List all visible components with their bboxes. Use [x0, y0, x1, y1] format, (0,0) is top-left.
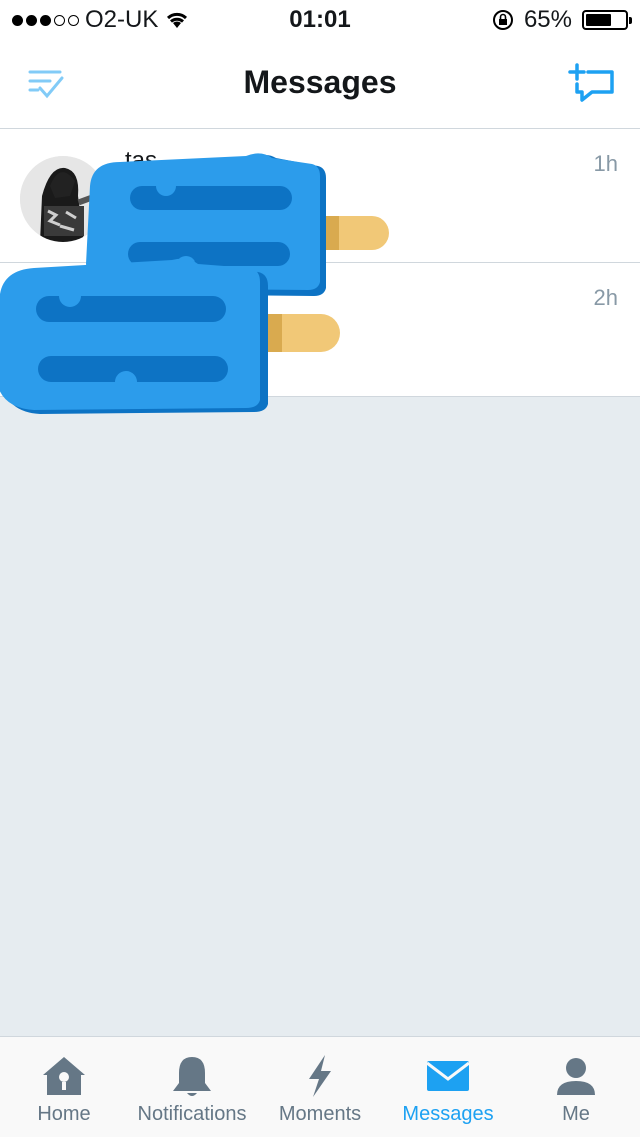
nav-bar: Messages — [0, 40, 640, 129]
tab-label: Moments — [278, 1103, 362, 1125]
tab-label: Home — [37, 1103, 91, 1125]
tab-label: Notifications — [137, 1103, 247, 1125]
new-message-icon — [568, 63, 614, 102]
tab-bar: Home Notifications Moments Messages Me — [0, 1036, 640, 1137]
lightning-icon — [309, 1055, 331, 1097]
popsicle-sticker-icon — [0, 258, 340, 414]
bell-icon — [173, 1057, 211, 1096]
tab-me[interactable]: Me — [512, 1037, 640, 1137]
battery-icon — [582, 10, 632, 30]
home-icon — [43, 1057, 85, 1095]
tab-label: Me — [562, 1103, 590, 1125]
rotation-lock-icon — [492, 10, 513, 30]
tab-moments[interactable]: Moments — [256, 1037, 384, 1137]
battery-percent: 65% — [523, 6, 572, 33]
tab-label: Messages — [402, 1103, 494, 1125]
conversation-time: 2h — [593, 285, 618, 310]
tab-home[interactable]: Home — [0, 1037, 128, 1137]
status-right: 65% — [492, 6, 632, 34]
conversation-time: 1h — [593, 151, 618, 176]
new-message-button[interactable] — [568, 62, 618, 108]
person-icon — [557, 1058, 595, 1095]
status-bar: O2-UK 01:01 65% — [0, 0, 640, 40]
page-title: Messages — [243, 64, 397, 100]
envelope-icon — [426, 1061, 470, 1091]
tab-notifications[interactable]: Notifications — [128, 1037, 256, 1137]
tab-messages[interactable]: Messages — [384, 1037, 512, 1137]
